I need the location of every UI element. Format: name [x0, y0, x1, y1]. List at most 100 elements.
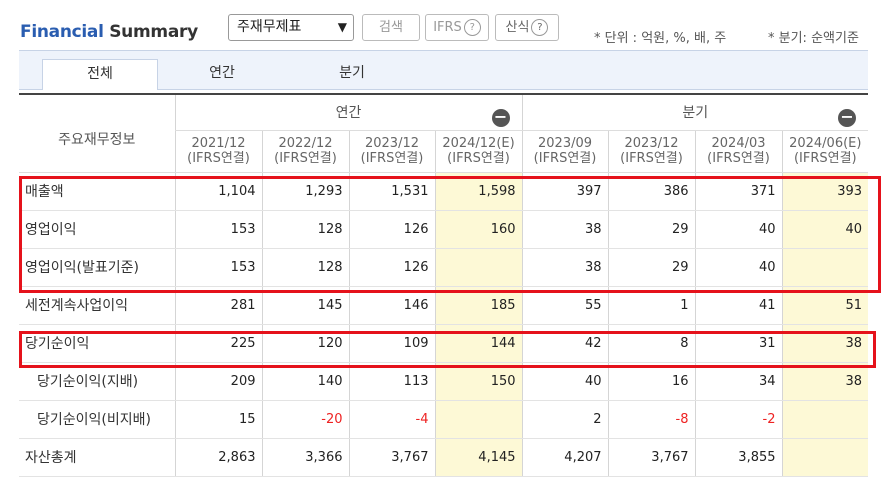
- column-period: 2023/09: [538, 136, 593, 151]
- column-header: 2024/03 (IFRS연결): [694, 130, 783, 173]
- table-cell: 4,145: [434, 438, 523, 477]
- table-cell: 1,104: [174, 172, 262, 211]
- table-cell: 113: [348, 362, 435, 401]
- search-button[interactable]: 검색: [362, 14, 420, 41]
- table-cell: 41: [694, 286, 783, 325]
- table-cell: 144: [434, 324, 523, 363]
- question-icon: ?: [531, 19, 549, 36]
- row-label[interactable]: 세전계속사업이익: [19, 286, 175, 325]
- column-period: 2022/12: [278, 136, 333, 151]
- column-header: 2024/12(E) (IFRS연결): [434, 130, 523, 173]
- tab-annual[interactable]: 연간: [182, 59, 262, 89]
- table-cell: 16: [607, 362, 696, 401]
- tab-quarterly[interactable]: 분기: [312, 59, 392, 89]
- row-label[interactable]: 당기순이익: [19, 324, 175, 363]
- column-header: 2024/06(E) (IFRS연결): [781, 130, 869, 173]
- table-row: 당기순이익(비지배) 15 -20 -4 2 -8 -2: [19, 400, 869, 439]
- column-period: 2024/06(E): [789, 136, 862, 151]
- table-cell: 1,293: [261, 172, 349, 211]
- collapse-annual-icon[interactable]: −: [491, 109, 510, 127]
- row-label[interactable]: 영업이익(발표기준): [19, 248, 175, 287]
- table-row: 당기순이익(지배) 209 140 113 150 40 16 34 38: [19, 362, 869, 401]
- quarter-basis-note: * 분기: 순액기준: [768, 31, 859, 46]
- table-cell: 153: [174, 210, 262, 249]
- table-cell: 120: [261, 324, 349, 363]
- row-label[interactable]: 당기순이익(지배): [19, 362, 175, 401]
- table-cell: 29: [607, 210, 696, 249]
- table-cell: 40: [521, 362, 609, 401]
- table-cell: 55: [521, 286, 609, 325]
- formula-help-button[interactable]: 산식?: [495, 14, 559, 41]
- table-cell: 38: [781, 324, 869, 363]
- column-header: 2023/12 (IFRS연결): [348, 130, 435, 173]
- table-cell: 29: [607, 248, 696, 287]
- column-header: 2023/12 (IFRS연결): [607, 130, 696, 173]
- table-cell: [781, 400, 869, 439]
- column-period: 2023/12: [364, 136, 419, 151]
- table-cell: -2: [694, 400, 783, 439]
- row-label[interactable]: 매출액: [19, 172, 175, 211]
- table-cell: 145: [261, 286, 349, 325]
- table-cell: 128: [261, 248, 349, 287]
- table-row: 자산총계 2,863 3,366 3,767 4,145 4,207 3,767 3,855: [19, 438, 869, 477]
- column-header: 2022/12 (IFRS연결): [261, 130, 349, 173]
- question-icon: ?: [463, 19, 481, 36]
- ifrs-help-button[interactable]: IFRS?: [425, 14, 489, 41]
- table-cell: 1,598: [434, 172, 523, 211]
- table-cell: 140: [261, 362, 349, 401]
- column-period: 2021/12: [191, 136, 246, 151]
- column-basis: (IFRS연결): [274, 151, 337, 166]
- unit-note: * 단위 : 억원, %, 배, 주: [594, 31, 727, 46]
- table-cell: 150: [434, 362, 523, 401]
- table-cell: 4,207: [521, 438, 609, 477]
- table-cell: 2: [521, 400, 609, 439]
- row-label[interactable]: 자산총계: [19, 438, 175, 477]
- table-cell: 34: [694, 362, 783, 401]
- table-cell: 3,767: [348, 438, 435, 477]
- chevron-down-icon: ▼: [337, 20, 347, 34]
- table-row: 당기순이익 225 120 109 144 42 8 31 38: [19, 324, 869, 363]
- table-cell: 393: [781, 172, 869, 211]
- row-header: 주요재무정보: [19, 93, 175, 173]
- financial-summary-table: 주요재무정보 연간 − 분기 − 2021/12 (IFRS연결) 2022/12(…: [19, 93, 869, 477]
- tab-all[interactable]: 전체: [42, 59, 158, 90]
- table-cell: [434, 248, 523, 287]
- table-cell: 38: [521, 210, 609, 249]
- table-row: 영업이익 153 128 126 160 38 29 40 40: [19, 210, 869, 249]
- table-cell: 126: [348, 210, 435, 249]
- table-cell: [434, 400, 523, 439]
- table-cell: 2,863: [174, 438, 262, 477]
- table-cell: 51: [781, 286, 869, 325]
- table-cell: 40: [781, 210, 869, 249]
- table-cell: -8: [607, 400, 696, 439]
- table-cell: 42: [521, 324, 609, 363]
- table-cell: 386: [607, 172, 696, 211]
- table-cell: 146: [348, 286, 435, 325]
- column-period: 2024/03: [711, 136, 766, 151]
- table-cell: [781, 438, 869, 477]
- table-cell: 371: [694, 172, 783, 211]
- period-tabs: 전체 연간 분기: [19, 50, 868, 90]
- table-cell: 126: [348, 248, 435, 287]
- group-header-quarter: 분기 −: [521, 93, 869, 131]
- table-row: 매출액 1,104 1,293 1,531 1,598 397 386 371 393: [19, 172, 869, 211]
- table-cell: 185: [434, 286, 523, 325]
- column-period: 2024/12(E): [442, 136, 515, 151]
- column-basis: (IFRS연결): [793, 151, 857, 166]
- statement-type-select[interactable]: 주재무제표 ▼: [228, 14, 354, 41]
- summary-toolbar: Financial Summary 주재무제표 ▼ 검색 IFRS? 산식? * …: [0, 0, 884, 48]
- column-header: 2023/09 (IFRS연결): [521, 130, 609, 173]
- collapse-quarter-icon[interactable]: −: [838, 109, 857, 127]
- row-label[interactable]: 당기순이익(비지배): [19, 400, 175, 439]
- row-label[interactable]: 영업이익: [19, 210, 175, 249]
- table-cell: 38: [521, 248, 609, 287]
- table-cell: 40: [694, 210, 783, 249]
- table-cell: 160: [434, 210, 523, 249]
- table-cell: 1,531: [348, 172, 435, 211]
- table-cell: 397: [521, 172, 609, 211]
- table-cell: 40: [694, 248, 783, 287]
- table-cell: 3,366: [261, 438, 349, 477]
- column-basis: (IFRS연결): [533, 151, 597, 166]
- page-title: Financial Summary: [20, 22, 198, 42]
- column-basis: (IFRS연결): [707, 151, 770, 166]
